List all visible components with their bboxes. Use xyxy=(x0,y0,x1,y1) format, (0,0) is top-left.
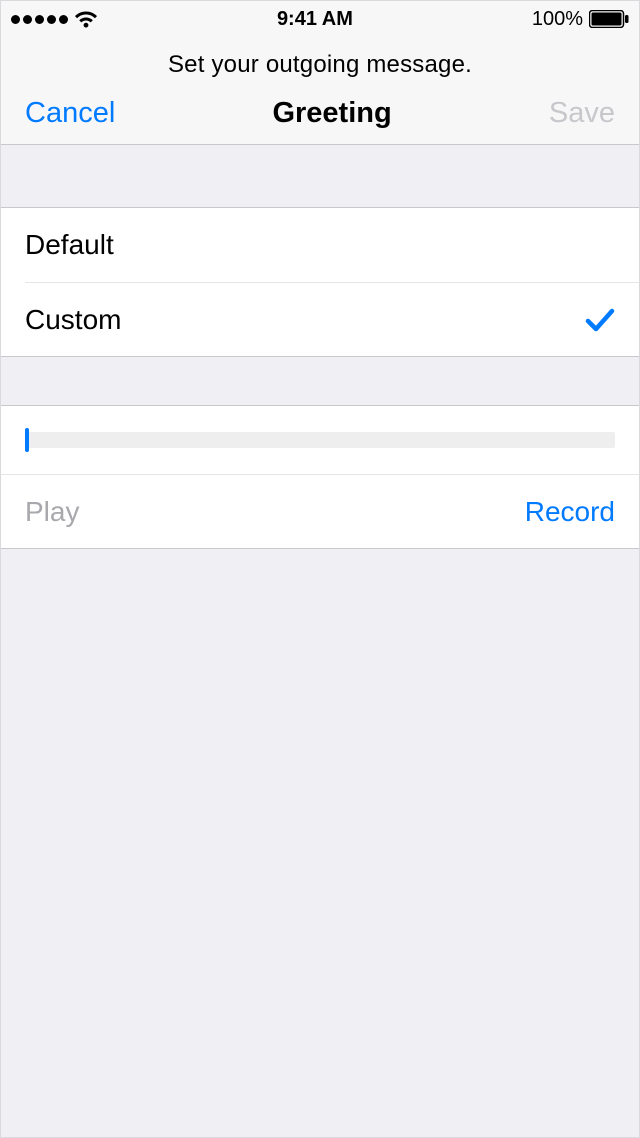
status-time: 9:41 AM xyxy=(277,8,353,31)
subtitle: Set your outgoing message. xyxy=(1,37,639,97)
status-bar: 9:41 AM 100% xyxy=(1,1,639,37)
battery-icon xyxy=(589,10,629,28)
spacer xyxy=(1,357,639,405)
status-left xyxy=(11,10,98,28)
greeting-options-group: Default Custom xyxy=(1,207,639,357)
status-right: 100% xyxy=(532,8,629,31)
record-button[interactable]: Record xyxy=(525,496,615,528)
wifi-icon xyxy=(74,10,98,28)
progress-track xyxy=(25,432,615,448)
header: Set your outgoing message. Cancel Greeti… xyxy=(1,37,639,145)
recorder-group: Play Record xyxy=(1,405,639,549)
play-button[interactable]: Play xyxy=(25,496,79,528)
nav-row: Cancel Greeting Save xyxy=(1,97,639,130)
playback-progress[interactable] xyxy=(1,406,639,474)
device-frame: 9:41 AM 100% Set your outgoing message. … xyxy=(0,0,640,1138)
signal-strength-icon xyxy=(11,15,68,24)
page-title: Greeting xyxy=(272,97,391,130)
option-custom-label: Custom xyxy=(25,304,121,336)
save-button[interactable]: Save xyxy=(549,97,615,130)
option-default-label: Default xyxy=(25,229,114,261)
option-default[interactable]: Default xyxy=(1,208,639,282)
cancel-button[interactable]: Cancel xyxy=(25,97,115,130)
battery-percent: 100% xyxy=(532,8,583,31)
option-custom[interactable]: Custom xyxy=(25,282,639,356)
checkmark-icon xyxy=(585,308,615,332)
spacer xyxy=(1,145,639,207)
recorder-actions: Play Record xyxy=(1,474,639,548)
progress-thumb[interactable] xyxy=(25,428,29,452)
